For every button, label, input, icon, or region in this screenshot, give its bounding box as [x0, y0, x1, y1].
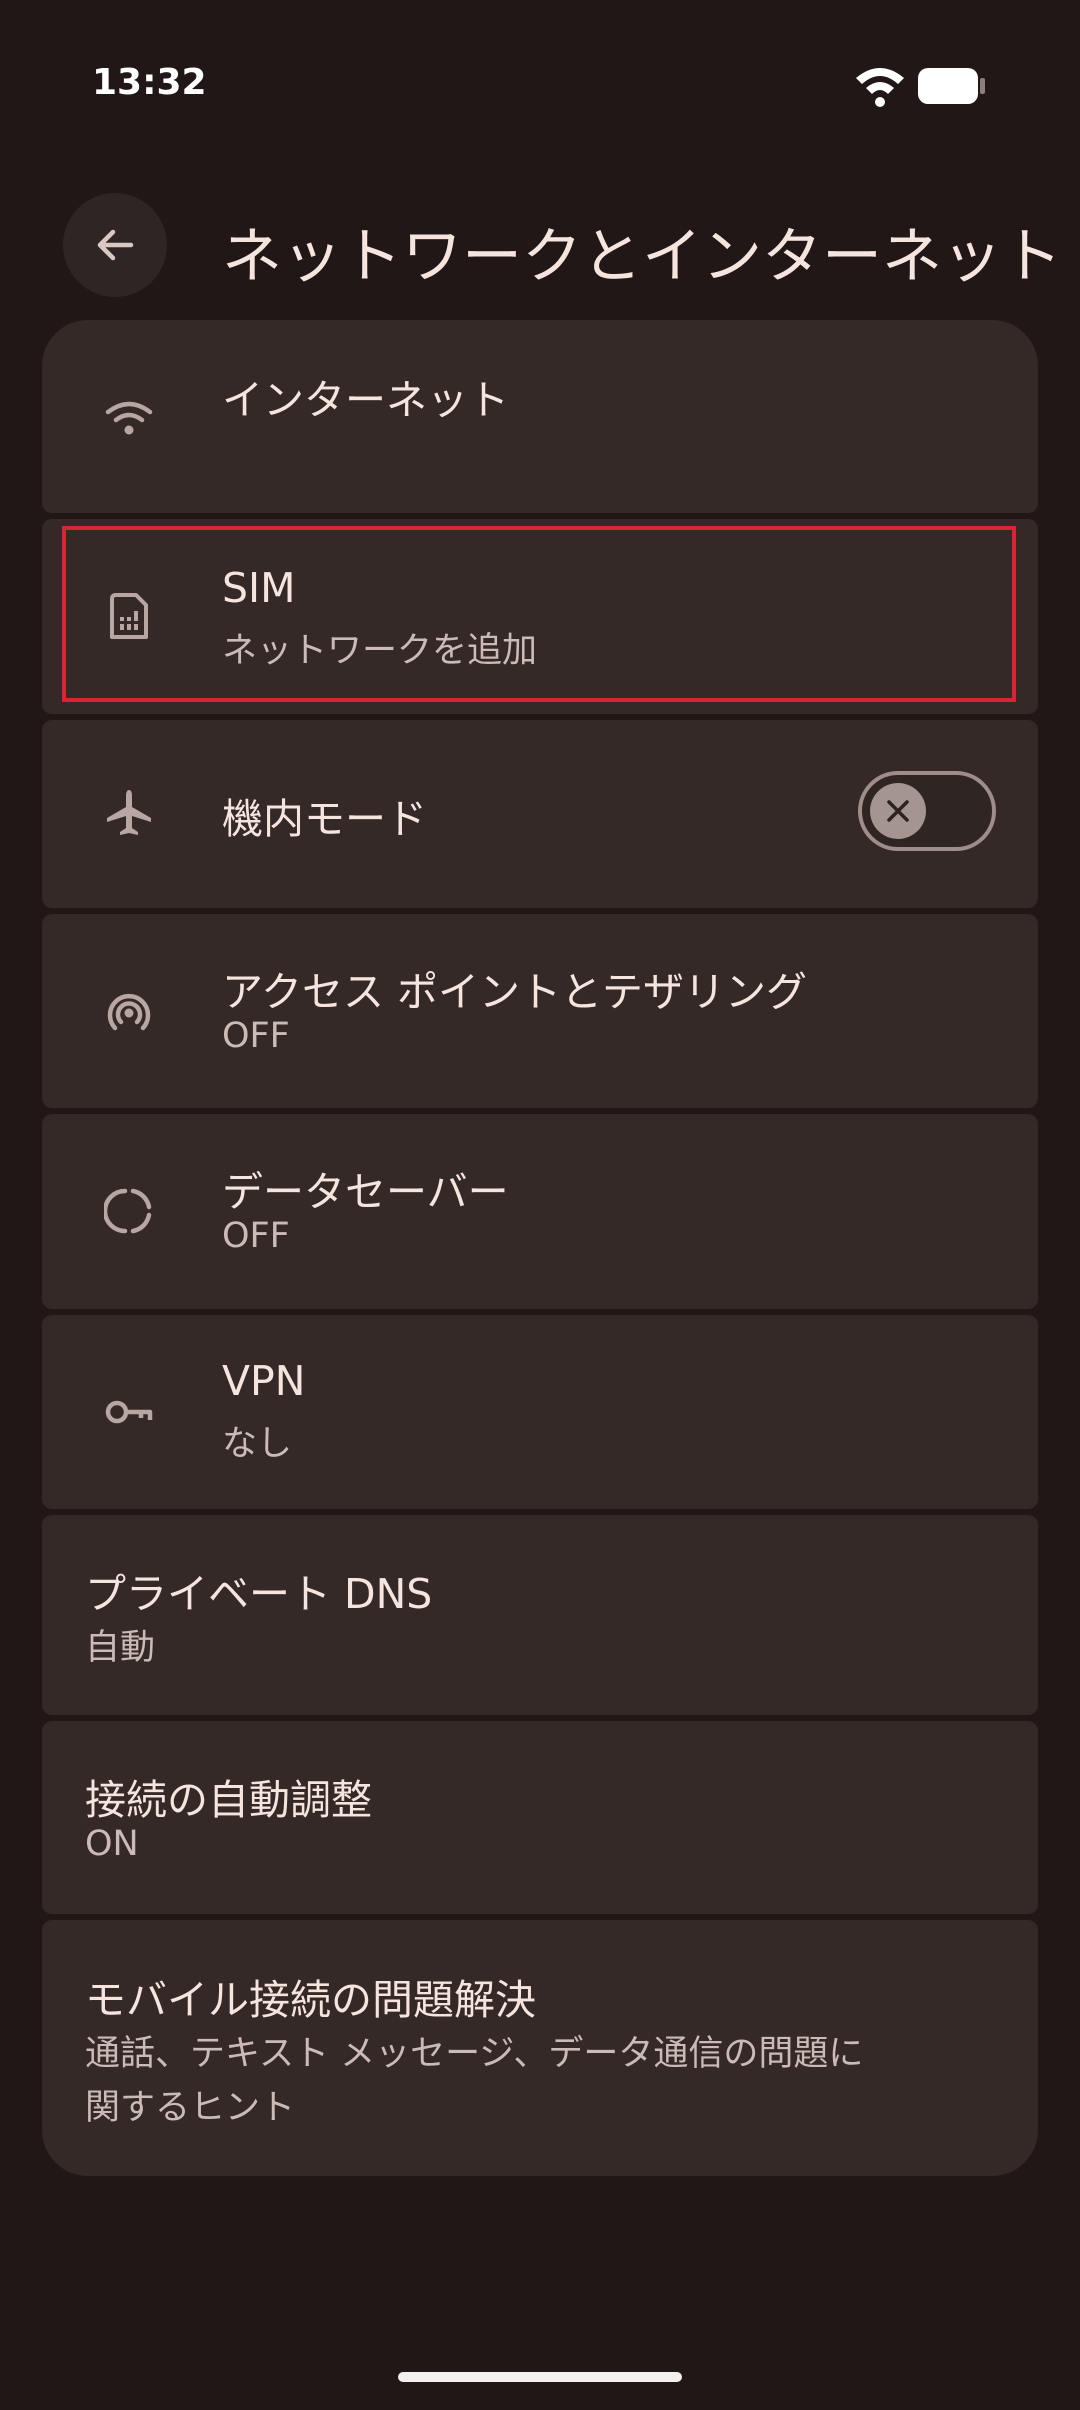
setting-data-saver[interactable]: データセーバー OFF: [42, 1114, 1038, 1309]
setting-title: 接続の自動調整: [85, 1776, 372, 1824]
setting-private-dns[interactable]: プライベート DNS 自動: [42, 1515, 1038, 1715]
setting-title: データセーバー: [222, 1168, 509, 1216]
vpn-key-icon: [105, 1400, 153, 1424]
setting-title: モバイル接続の問題解決: [85, 1976, 536, 2024]
home-indicator[interactable]: [398, 2372, 682, 2382]
status-time: 13:32: [92, 62, 207, 103]
airplane-mode-toggle[interactable]: [858, 771, 996, 851]
page-title: ネットワークとインターネット: [222, 222, 1062, 292]
setting-mobile-troubleshoot[interactable]: モバイル接続の問題解決 通話、テキスト メッセージ、データ通信の問題に 関するヒ…: [42, 1920, 1038, 2176]
setting-title: インターネット: [222, 376, 509, 424]
airplane-icon: [107, 790, 151, 835]
setting-title: プライベート DNS: [85, 1570, 433, 1618]
setting-subtitle: OFF: [222, 1016, 290, 1056]
wifi-icon: [105, 401, 153, 435]
wifi-status-icon: [856, 68, 904, 107]
toggle-thumb: [870, 783, 926, 839]
data-saver-icon: [104, 1188, 152, 1234]
hotspot-icon: [107, 993, 151, 1031]
setting-title: アクセス ポイントとテザリング: [222, 968, 807, 1016]
setting-subtitle: ON: [85, 1824, 139, 1864]
close-icon: [887, 800, 909, 822]
setting-adaptive-connectivity[interactable]: 接続の自動調整 ON: [42, 1721, 1038, 1914]
setting-subtitle: 関するヒント: [85, 2088, 296, 2128]
battery-icon: [918, 68, 985, 104]
setting-subtitle: 自動: [85, 1628, 156, 1668]
setting-vpn[interactable]: VPN なし: [42, 1315, 1038, 1509]
setting-subtitle: OFF: [222, 1216, 290, 1256]
setting-airplane-mode[interactable]: 機内モード: [42, 720, 1038, 908]
setting-title: 機内モード: [222, 795, 427, 843]
setting-title: VPN: [222, 1357, 306, 1405]
header: ネットワークとインターネット: [0, 190, 1080, 300]
arrow-back-icon: [97, 229, 134, 261]
setting-internet[interactable]: インターネット: [42, 320, 1038, 513]
setting-subtitle: なし: [222, 1424, 293, 1464]
highlight-box: [62, 526, 1016, 702]
status-bar: 13:32: [0, 0, 1080, 170]
setting-hotspot-tethering[interactable]: アクセス ポイントとテザリング OFF: [42, 914, 1038, 1108]
setting-subtitle: 通話、テキスト メッセージ、データ通信の問題に: [85, 2034, 864, 2074]
back-button[interactable]: [63, 193, 167, 297]
